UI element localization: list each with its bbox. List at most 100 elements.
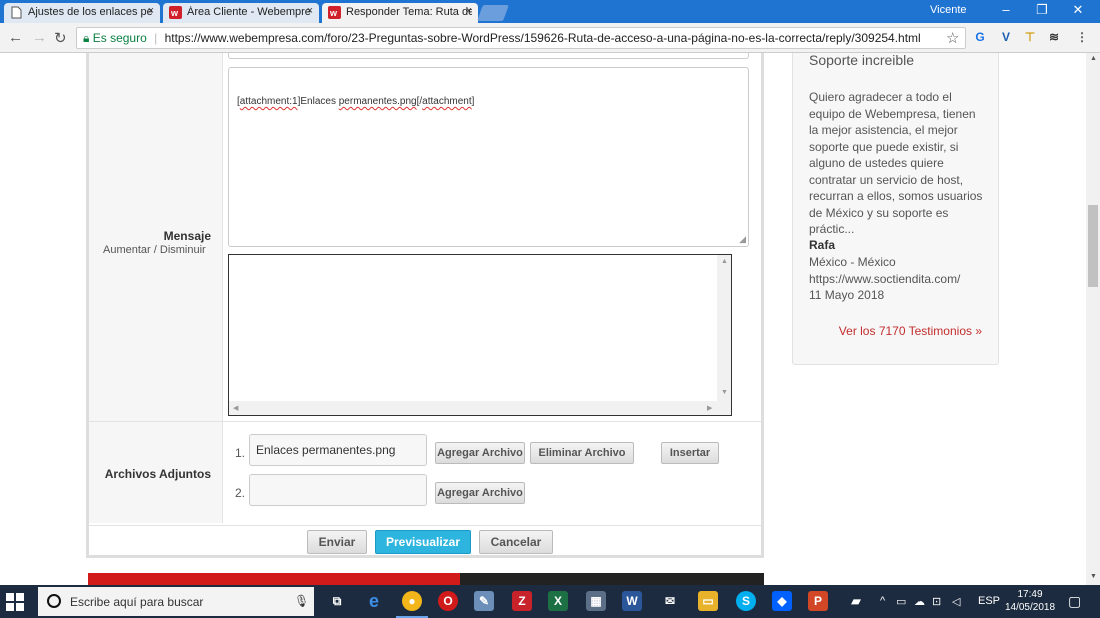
row-divider bbox=[89, 525, 761, 526]
scroll-left-icon[interactable]: ◀ bbox=[233, 404, 238, 412]
new-tab-button[interactable] bbox=[477, 5, 509, 21]
media-app-icon[interactable]: ▰ bbox=[846, 591, 866, 611]
notifications-icon[interactable]: ▢ bbox=[1068, 593, 1081, 610]
close-icon[interactable]: ✕ bbox=[1064, 2, 1092, 20]
testimonial-author: Rafa bbox=[809, 238, 836, 252]
promo-banner-dark bbox=[460, 573, 764, 585]
attachment-filename-field[interactable] bbox=[249, 474, 427, 506]
maximize-icon[interactable]: ❐ bbox=[1028, 2, 1056, 20]
task-view-icon[interactable]: ⧉ bbox=[327, 591, 347, 611]
taskbar-clock[interactable]: 17:49 14/05/2018 bbox=[1002, 588, 1058, 614]
remove-file-button[interactable]: Eliminar Archivo bbox=[530, 442, 634, 464]
taskbar-search-placeholder: Escribe aquí para buscar bbox=[70, 595, 204, 609]
add-file-button[interactable]: Agregar Archivo bbox=[435, 442, 525, 464]
resize-handle-icon[interactable]: ◢ bbox=[739, 234, 746, 245]
submit-button[interactable]: Enviar bbox=[307, 530, 367, 554]
bookmark-star-icon[interactable]: ☆ bbox=[946, 29, 959, 47]
scrollbar-thumb[interactable] bbox=[1088, 205, 1098, 287]
clock-date: 14/05/2018 bbox=[1004, 602, 1056, 613]
battery-icon[interactable]: ▭ bbox=[896, 595, 906, 608]
decrease-font-link[interactable]: Disminuir bbox=[160, 244, 206, 256]
message-preview-box: ▲ ▼ ◀ ▶ bbox=[228, 254, 732, 416]
dropbox-icon[interactable]: ◆ bbox=[772, 591, 792, 611]
minimize-icon[interactable]: – bbox=[992, 2, 1020, 20]
tag-extension-icon[interactable]: ⊤ bbox=[1022, 30, 1038, 46]
forward-arrow-icon[interactable]: → bbox=[32, 29, 47, 46]
windows-start-icon[interactable] bbox=[6, 593, 24, 611]
onedrive-icon[interactable]: ☁ bbox=[914, 595, 925, 608]
row-divider bbox=[89, 421, 761, 422]
browser-tab-area-cliente[interactable]: w Área Cliente - Webempre × bbox=[163, 3, 319, 23]
browser-tab-ajustes[interactable]: Ajustes de los enlaces pe × bbox=[4, 3, 160, 23]
volume-icon[interactable]: ◁ bbox=[952, 595, 960, 608]
increase-font-link[interactable]: Aumentar / bbox=[103, 244, 157, 256]
opera-icon[interactable]: O bbox=[438, 591, 458, 611]
tab-label: Ajustes de los enlaces pe bbox=[28, 6, 153, 18]
scroll-down-icon[interactable]: ▼ bbox=[721, 389, 728, 396]
message-text: ] bbox=[471, 96, 475, 107]
cancel-button[interactable]: Cancelar bbox=[479, 530, 553, 554]
clock-time: 17:49 bbox=[1017, 589, 1043, 600]
message-textarea[interactable]: [attachment:1]Enlaces permanentes.png[/a… bbox=[228, 67, 749, 247]
vertical-scrollbar[interactable]: ▲ ▼ bbox=[717, 255, 731, 401]
browser-tab-strip: Ajustes de los enlaces pe × w Área Clien… bbox=[0, 0, 1100, 23]
show-hidden-icons-icon[interactable]: ^ bbox=[880, 595, 885, 607]
scroll-down-icon[interactable]: ▼ bbox=[1090, 573, 1097, 580]
tab-close-icon[interactable]: × bbox=[466, 5, 472, 17]
translate-extension-icon[interactable]: G bbox=[972, 30, 988, 46]
file-explorer-icon[interactable]: ▭ bbox=[698, 591, 718, 611]
preview-button[interactable]: Previsualizar bbox=[375, 530, 471, 554]
microphone-icon[interactable]: 🎙︎ bbox=[294, 594, 309, 608]
page-icon bbox=[11, 6, 22, 19]
edge-icon[interactable]: e bbox=[364, 591, 384, 611]
scroll-right-icon[interactable]: ▶ bbox=[707, 404, 712, 412]
scroll-up-icon[interactable]: ▲ bbox=[1090, 55, 1097, 62]
url-separator: | bbox=[154, 31, 158, 45]
browser-user-name[interactable]: Vicente bbox=[930, 4, 967, 16]
attachment-index: 1. bbox=[235, 446, 246, 460]
message-text: attachment bbox=[422, 96, 472, 107]
attachment-filename-field[interactable]: Enlaces permanentes.png bbox=[249, 434, 427, 466]
testimonial-location: México - México bbox=[809, 255, 896, 269]
mail-icon[interactable]: ✉ bbox=[660, 591, 680, 611]
horizontal-scrollbar[interactable]: ◀ ▶ bbox=[229, 401, 731, 415]
testimonial-quote: Quiero agradecer a todo el equipo de Web… bbox=[809, 90, 983, 236]
message-text: permanentes.png bbox=[338, 96, 417, 107]
attachments-label: Archivos Adjuntos bbox=[104, 467, 211, 481]
word-icon[interactable]: W bbox=[622, 591, 642, 611]
excel-icon[interactable]: X bbox=[548, 591, 568, 611]
layers-extension-icon[interactable]: ≋ bbox=[1046, 30, 1062, 46]
address-bar[interactable]: 🔒︎ Es seguro | https://www.webempresa.co… bbox=[76, 27, 966, 49]
font-size-controls: Aumentar / Disminuir bbox=[103, 244, 206, 256]
testimonial-title: Soporte increible bbox=[809, 53, 915, 68]
v-extension-icon[interactable]: V bbox=[998, 30, 1014, 46]
page-scrollbar[interactable]: ▲ ▼ bbox=[1086, 53, 1100, 585]
chrome-icon[interactable]: ● bbox=[402, 591, 422, 611]
menu-dots-icon[interactable]: ⋮ bbox=[1074, 30, 1090, 46]
tab-close-icon[interactable]: × bbox=[307, 5, 313, 17]
testimonial-website: https://www.soctiendita.com/ bbox=[809, 271, 961, 286]
testimonial-details: México - México https://www.soctiendita.… bbox=[809, 254, 960, 304]
powerpoint-icon[interactable]: P bbox=[808, 591, 828, 611]
add-file-button[interactable]: Agregar Archivo bbox=[435, 482, 525, 504]
all-testimonials-link[interactable]: Ver los 7170 Testimonios » bbox=[839, 324, 982, 338]
calculator-icon[interactable]: ▦ bbox=[586, 591, 606, 611]
browser-toolbar: ← → ↻ 🔒︎ Es seguro | https://www.webempr… bbox=[0, 23, 1100, 53]
secure-label: Es seguro bbox=[92, 31, 147, 45]
paint-icon[interactable]: ✎ bbox=[474, 591, 494, 611]
taskbar-search-box[interactable]: Escribe aquí para buscar 🎙︎ bbox=[38, 587, 314, 616]
network-icon[interactable]: ⊡ bbox=[932, 595, 941, 608]
back-arrow-icon[interactable]: ← bbox=[8, 29, 23, 46]
reload-icon[interactable]: ↻ bbox=[54, 29, 67, 47]
filezilla-icon[interactable]: Z bbox=[512, 591, 532, 611]
testimonial-date: 11 Mayo 2018 bbox=[809, 288, 885, 302]
tab-close-icon[interactable]: × bbox=[148, 5, 154, 17]
browser-tab-responder-tema[interactable]: w Responder Tema: Ruta de × bbox=[322, 3, 478, 23]
skype-icon[interactable]: S bbox=[736, 591, 756, 611]
scroll-up-icon[interactable]: ▲ bbox=[721, 258, 728, 265]
insert-attachment-button[interactable]: Insertar bbox=[661, 442, 719, 464]
language-indicator[interactable]: ESP bbox=[978, 595, 1000, 607]
windows-taskbar: Escribe aquí para buscar 🎙︎ ⧉ e ● O ✎ Z … bbox=[0, 585, 1100, 618]
subject-field[interactable] bbox=[228, 53, 749, 59]
attachment-index: 2. bbox=[235, 486, 246, 500]
